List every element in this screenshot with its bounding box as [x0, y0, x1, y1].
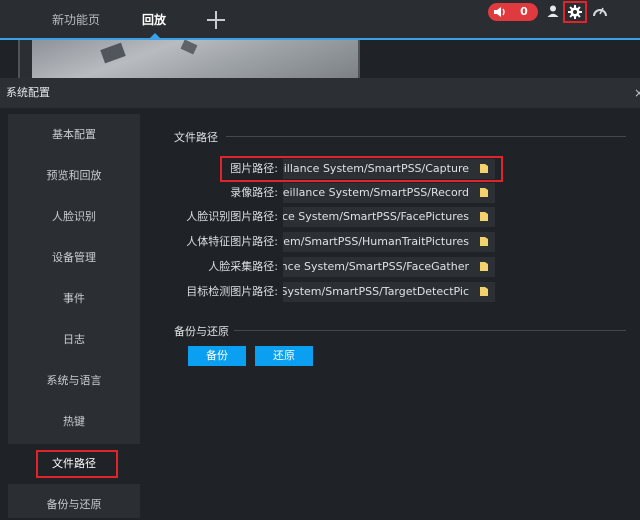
user-icon[interactable] — [546, 4, 560, 18]
section-divider — [226, 136, 626, 137]
sidebar-item-device-management[interactable]: 设备管理 — [8, 243, 140, 273]
alarm-count: 0 — [520, 5, 528, 18]
sidebar-item-face-recognition[interactable]: 人脸识别 — [8, 202, 140, 232]
record-path-label: 录像路径: — [230, 186, 278, 199]
sidebar-item-backup-restore[interactable]: 备份与还原 — [8, 490, 140, 520]
performance-gauge-icon[interactable] — [592, 4, 608, 18]
sidebar-item-basic-config[interactable]: 基本配置 — [8, 120, 140, 150]
dialog-title: 系统配置 — [6, 86, 50, 99]
settings-sidebar: 基本配置 预览和回放 人脸识别 设备管理 事件 日志 系统与语言 热键 文件路径… — [8, 114, 140, 518]
capture-path-highlight — [220, 156, 503, 182]
active-tab-indicator — [150, 33, 160, 38]
sidebar-item-event[interactable]: 事件 — [8, 284, 140, 314]
target-detect-path-label: 目标检测图片路径: — [186, 285, 278, 298]
backup-section-title: 备份与还原 — [174, 325, 229, 338]
video-preview — [18, 40, 360, 78]
tab-new-function-page[interactable]: 新功能页 — [52, 0, 100, 40]
alarm-button[interactable]: 0 — [488, 3, 538, 21]
folder-icon[interactable] — [479, 187, 489, 198]
section-divider — [234, 330, 626, 331]
target-detect-path-input[interactable]: nce System/SmartPSS/TargetDetectPic — [283, 282, 495, 302]
face-pictures-path-input[interactable]: eillance System/SmartPSS/FacePictures — [283, 207, 495, 227]
folder-icon[interactable] — [479, 286, 489, 297]
add-tab-icon[interactable] — [205, 9, 227, 31]
system-config-dialog: 系统配置 × 基本配置 预览和回放 人脸识别 设备管理 事件 日志 系统与语言 … — [0, 78, 640, 518]
face-gather-path-input[interactable]: veillance System/SmartPSS/FaceGather — [283, 257, 495, 277]
dialog-title-bar: 系统配置 × — [0, 78, 640, 108]
backup-button[interactable]: 备份 — [188, 346, 246, 366]
folder-icon[interactable] — [479, 261, 489, 272]
face-gather-path-label: 人脸采集路径: — [208, 260, 278, 273]
top-bar: 新功能页 回放 0 — [0, 0, 640, 40]
sidebar-selection-highlight — [36, 450, 118, 478]
camera-image — [32, 40, 358, 78]
speaker-icon — [494, 7, 505, 17]
file-path-section-title: 文件路径 — [174, 131, 218, 144]
sidebar-item-preview-playback[interactable]: 预览和回放 — [8, 161, 140, 191]
folder-icon[interactable] — [479, 211, 489, 222]
human-trait-path-input[interactable]: System/SmartPSS/HumanTraitPictures — [283, 232, 495, 252]
face-pictures-path-label: 人脸识别图片路径: — [186, 210, 278, 223]
close-icon[interactable]: × — [634, 78, 640, 108]
human-trait-path-label: 人体特征图片路径: — [186, 235, 278, 248]
settings-button[interactable] — [563, 1, 587, 23]
sidebar-item-system-language[interactable]: 系统与语言 — [8, 366, 140, 396]
sidebar-item-log[interactable]: 日志 — [8, 325, 140, 355]
folder-icon[interactable] — [479, 236, 489, 247]
sidebar-item-hotkey[interactable]: 热键 — [8, 407, 140, 437]
gear-icon — [568, 5, 582, 19]
record-path-input[interactable]: Surveillance System/SmartPSS/Record — [283, 183, 495, 203]
restore-button[interactable]: 还原 — [255, 346, 313, 366]
